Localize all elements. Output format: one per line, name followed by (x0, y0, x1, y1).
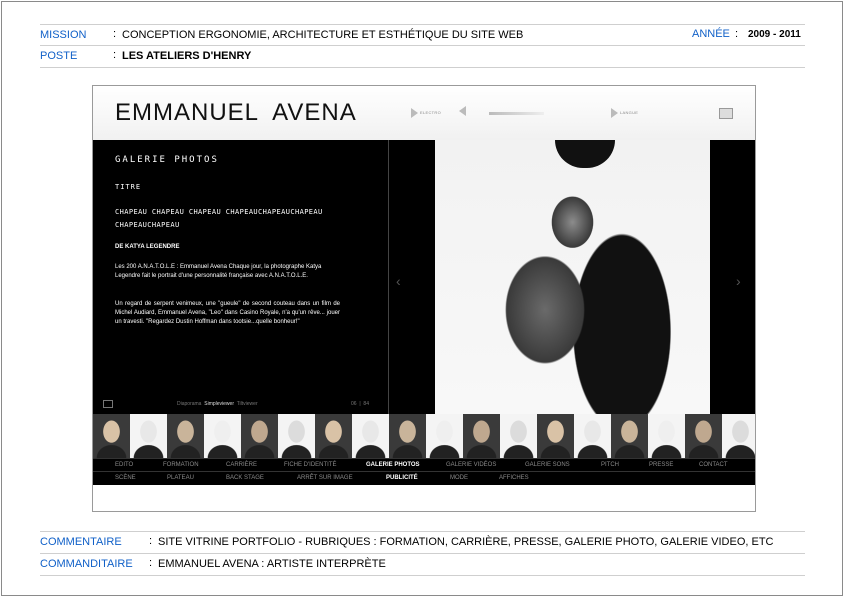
electro-control[interactable]: ELECTRO (411, 108, 441, 118)
thumbnail[interactable] (648, 414, 685, 458)
thumbnail[interactable] (204, 414, 241, 458)
nav-item[interactable]: AFFICHES (499, 475, 529, 481)
nav-item[interactable]: PLATEAU (167, 475, 194, 481)
main-navigation: EDITO FORMATION CARRIÈRE FICHE D'IDENTITÉ GA… (93, 458, 755, 472)
photo-author: DE KATYA LEGENDRE (115, 244, 180, 250)
nav-item[interactable]: GALERIE VIDÉOS (446, 462, 496, 468)
year-value: 2009 - 2011 (748, 29, 801, 40)
nav-item[interactable]: CONTACT (699, 462, 728, 468)
nav-item[interactable]: CARRIÈRE (226, 462, 257, 468)
thumbnail[interactable] (130, 414, 167, 458)
titre-label: TITRE (115, 183, 142, 191)
fullscreen-icon[interactable] (719, 108, 733, 119)
counter-total: 84 (363, 401, 369, 407)
thumbnail[interactable] (574, 414, 611, 458)
client-label: COMMANDITAIRE (40, 558, 133, 570)
colon: : (113, 28, 117, 40)
nav-item[interactable]: GALERIE SONS (525, 462, 570, 468)
photo-counter: 06 | 84 (351, 401, 369, 407)
gallery-title: GALERIE PHOTOS (115, 155, 219, 165)
thumbnail[interactable] (685, 414, 722, 458)
thumbnail[interactable] (722, 414, 755, 458)
nav-item[interactable]: GALERIE PHOTOS (366, 462, 420, 468)
volume-slider[interactable] (489, 112, 544, 115)
client-row: COMMANDITAIRE : EMMANUEL AVENA : ARTISTE… (40, 553, 805, 576)
mission-row: MISSION : CONCEPTION ERGONOMIE, ARCHITEC… (40, 24, 805, 46)
nav-item[interactable]: PUBLICITÉ (386, 475, 418, 481)
mission-value: CONCEPTION ERGONOMIE, ARCHITECTURE ET ES… (122, 29, 524, 41)
thumbnail[interactable] (611, 414, 648, 458)
photo-title: CHAPEAU CHAPEAU CHAPEAU CHAPEAUCHAPEAUCH… (115, 208, 323, 229)
viewer-simpleviewer[interactable]: Simpleviewer (204, 401, 234, 407)
next-arrow-icon[interactable]: › (736, 273, 741, 289)
poste-value: LES ATELIERS D'HENRY (122, 50, 252, 62)
main-photo (435, 140, 710, 414)
client-value: EMMANUEL AVENA : ARTISTE INTERPRÈTE (158, 558, 386, 570)
language-control[interactable]: LANGUE (611, 108, 638, 118)
nav-item[interactable]: EDITO (115, 462, 133, 468)
thumbnail[interactable] (241, 414, 278, 458)
photo-description-2: Un regard de serpent venimeux, une "gueu… (115, 301, 340, 325)
viewer-diaporama[interactable]: Diaporama (177, 401, 201, 407)
gallery-text-panel: GALERIE PHOTOS TITRE CHAPEAU CHAPEAU CHA… (93, 140, 389, 414)
speaker-icon (459, 106, 466, 116)
poste-label: POSTE (40, 50, 78, 62)
website-screenshot: EMMANUEL AVENA ELECTRO LANGUE GALERIE PH… (92, 85, 756, 512)
year-label: ANNÉE (692, 28, 730, 40)
comment-row: COMMENTAIRE : SITE VITRINE PORTFOLIO - R… (40, 531, 805, 553)
thumbnail[interactable] (278, 414, 315, 458)
colon: : (735, 28, 739, 40)
thumbnail-strip[interactable] (93, 414, 755, 458)
comment-icon[interactable] (103, 400, 113, 408)
colon: : (149, 557, 153, 569)
comment-value: SITE VITRINE PORTFOLIO - RUBRIQUES : FOR… (158, 536, 774, 548)
nav-item[interactable]: PRESSE (649, 462, 673, 468)
gallery-area: GALERIE PHOTOS TITRE CHAPEAU CHAPEAU CHA… (93, 140, 755, 414)
photo-hair (555, 140, 615, 168)
thumbnail[interactable] (389, 414, 426, 458)
play-icon (411, 108, 418, 118)
nav-item[interactable]: MODE (450, 475, 468, 481)
mission-label: MISSION (40, 29, 87, 41)
counter-current: 06 (351, 401, 357, 407)
nav-item[interactable]: ARRÊT SUR IMAGE (297, 475, 353, 481)
nav-item[interactable]: BACK STAGE (226, 475, 264, 481)
site-header: EMMANUEL AVENA ELECTRO LANGUE (93, 86, 755, 140)
poste-row: POSTE : LES ATELIERS D'HENRY (40, 45, 805, 68)
comment-label: COMMENTAIRE (40, 536, 122, 548)
thumbnail[interactable] (352, 414, 389, 458)
thumbnail[interactable] (500, 414, 537, 458)
divider (388, 140, 389, 414)
sub-navigation: SCÈNE PLATEAU BACK STAGE ARRÊT SUR IMAGE PUB… (93, 471, 755, 485)
thumbnail[interactable] (167, 414, 204, 458)
thumbnail[interactable] (537, 414, 574, 458)
nav-item[interactable]: FICHE D'IDENTITÉ (284, 462, 336, 468)
electro-label: ELECTRO (420, 110, 441, 116)
colon: : (149, 535, 153, 547)
nav-item[interactable]: FORMATION (163, 462, 199, 468)
viewer-tiltviewer[interactable]: Tiltviewer (237, 401, 258, 407)
prev-arrow-icon[interactable]: ‹ (396, 273, 401, 289)
nav-item[interactable]: SCÈNE (115, 475, 136, 481)
language-label: LANGUE (620, 110, 639, 116)
colon: : (113, 49, 117, 61)
volume-icon[interactable] (459, 106, 468, 116)
viewer-switch: Diaporama Simpleviewer Tiltviewer (177, 401, 258, 407)
photo-description-1: Les 200 A.N.A.T.O.L.E : Emmanuel Avena C… (115, 264, 322, 279)
site-title: EMMANUEL AVENA (115, 99, 357, 126)
thumbnail[interactable] (426, 414, 463, 458)
thumbnail[interactable] (463, 414, 500, 458)
nav-item[interactable]: PITCH (601, 462, 619, 468)
play-icon (611, 108, 618, 118)
thumbnail[interactable] (93, 414, 130, 458)
thumbnail[interactable] (315, 414, 352, 458)
